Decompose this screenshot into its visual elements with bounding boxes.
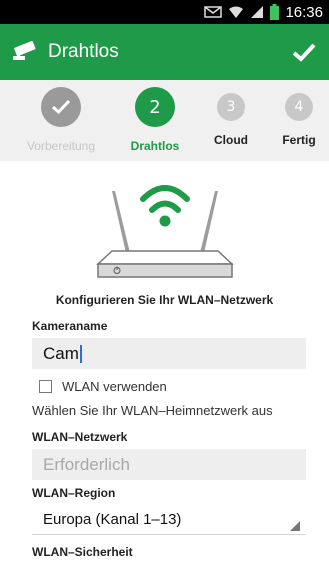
network-placeholder: Erforderlich (43, 454, 130, 474)
step-fertig: 4 Fertig (259, 87, 329, 147)
network-hint: Wählen Sie Ihr WLAN–Heimnetzwerk aus (32, 403, 273, 418)
network-input[interactable]: Erforderlich (32, 449, 306, 480)
text-cursor (79, 344, 82, 363)
confirm-button[interactable] (289, 37, 319, 67)
region-value: Europa (Kanal 1–13) (43, 511, 182, 528)
security-label: WLAN–Sicherheit (32, 545, 133, 559)
network-label: WLAN–Netzwerk (32, 430, 128, 444)
region-select[interactable]: Europa (Kanal 1–13) (32, 505, 306, 535)
app-bar: Drahtlos (0, 24, 329, 80)
router-illustration (95, 185, 234, 278)
step-circle (41, 87, 81, 127)
step-vorbereitung: Vorbereitung (21, 87, 101, 153)
wifi-icon (229, 6, 244, 18)
step-number: 4 (285, 93, 313, 121)
section-headline: Konfigurieren Sie Ihr WLAN–Netzwerk (55, 293, 274, 307)
camera-name-value: Cam (43, 343, 79, 363)
status-bar: 16:36 (0, 0, 329, 24)
step-label: Drahtlos (130, 139, 180, 153)
progress-stepper: Vorbereitung 2 Drahtlos 3 Cloud 4 Fertig (0, 80, 329, 161)
signal-icon (251, 6, 264, 18)
step-number: 3 (217, 93, 245, 121)
wifi-icon (139, 185, 190, 227)
camera-name-label: Kameraname (32, 319, 108, 333)
wlan-checkbox-label[interactable]: WLAN verwenden (62, 379, 167, 394)
camera-icon (13, 41, 36, 60)
checkmark-icon (51, 99, 71, 115)
checkmark-icon (292, 43, 316, 62)
step-number: 2 (135, 87, 175, 127)
step-label: Vorbereitung (26, 139, 96, 153)
status-time: 16:36 (285, 3, 323, 21)
step-label: Fertig (282, 133, 316, 147)
page-title: Drahtlos (48, 41, 119, 62)
step-drahtlos: 2 Drahtlos (115, 87, 195, 153)
battery-icon (270, 4, 280, 20)
region-label: WLAN–Region (32, 486, 116, 500)
wlan-checkbox-row[interactable]: WLAN verwenden (39, 379, 306, 394)
notification-icon (204, 6, 223, 18)
dropdown-triangle-icon (290, 521, 300, 531)
camera-name-input[interactable]: Cam (32, 338, 306, 369)
wlan-form: Kameraname Cam WLAN verwenden Wählen Sie… (0, 319, 329, 559)
wlan-checkbox[interactable] (39, 380, 52, 393)
